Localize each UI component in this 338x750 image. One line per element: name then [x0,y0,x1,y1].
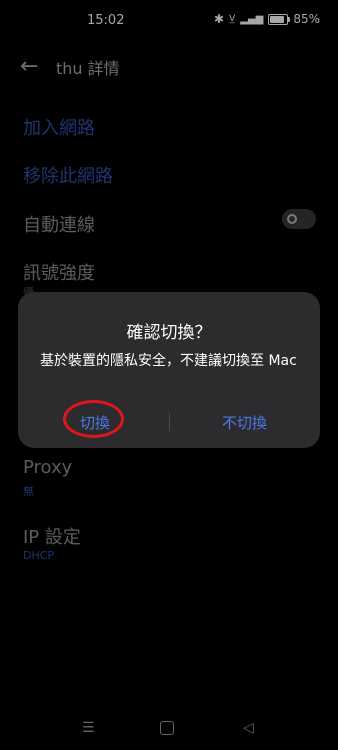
highlight-circle [63,400,124,438]
navigation-bar: ☰ ◁ [0,706,338,750]
dont-switch-button[interactable]: 不切換 [222,412,267,433]
menu-icon[interactable]: ☰ [82,720,95,736]
dialog-title: 確認切換？ [126,323,212,343]
button-divider [169,413,170,431]
confirm-switch-dialog: 確認切換？ 基於裝置的隱私安全，不建議切換至 Mac 切換 不切換 [18,292,320,448]
home-icon[interactable] [160,721,174,735]
back-triangle-icon[interactable]: ◁ [243,720,254,736]
dialog-message: 基於裝置的隱私安全，不建議切換至 Mac [40,353,297,369]
